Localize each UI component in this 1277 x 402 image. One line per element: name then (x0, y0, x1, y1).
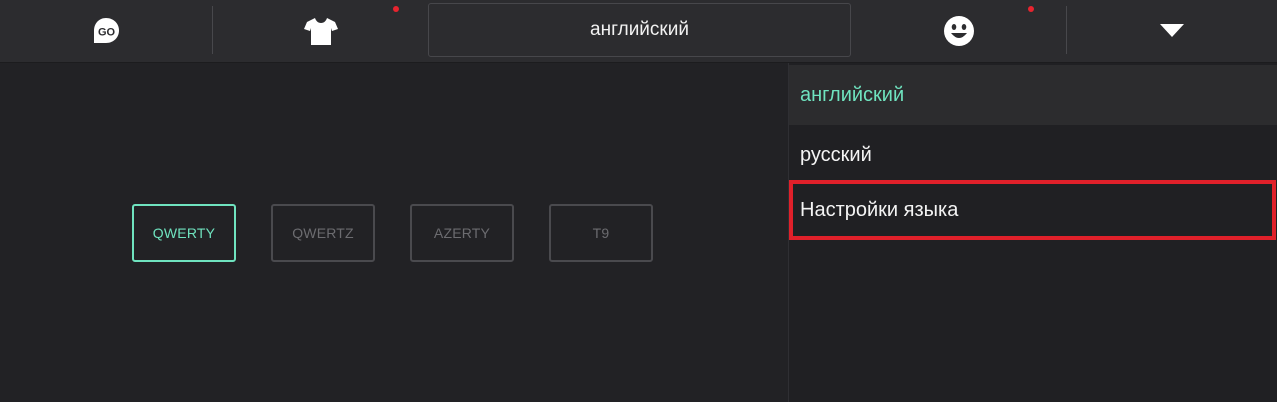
layout-label: QWERTZ (292, 225, 354, 241)
language-selector-label: английский (590, 19, 689, 40)
layout-qwerty-button[interactable]: QWERTY (132, 204, 236, 262)
dropdown-item-label: английский (800, 83, 905, 106)
layout-label: AZERTY (433, 225, 491, 241)
layout-azerty-button[interactable]: AZERTY (410, 204, 514, 262)
smiley-icon (943, 15, 975, 47)
go-logo-text: GO (98, 27, 116, 39)
layout-selection-area: QWERTY QWERTZ AZERTY T9 (0, 63, 788, 402)
keyboard-settings-screen: GO английский QWERTY QWERTZ AZERTY T9 ан… (0, 0, 1277, 402)
language-dropdown: английский русский Настройки языка (788, 63, 1277, 402)
emoji-notification-dot (1028, 6, 1034, 12)
layout-qwertz-button[interactable]: QWERTZ (271, 204, 375, 262)
dropdown-item-english[interactable]: английский (789, 65, 1277, 125)
dropdown-item-language-settings[interactable]: Настройки языка (789, 180, 1276, 240)
tshirt-icon (303, 16, 338, 46)
collapse-button[interactable] (1067, 0, 1277, 62)
dropdown-item-label: Настройки языка (800, 198, 959, 221)
layout-label: QWERTY (152, 225, 216, 241)
top-toolbar: GO английский (0, 0, 1277, 63)
dropdown-item-russian[interactable]: русский (789, 125, 1277, 185)
layout-t9-button[interactable]: T9 (549, 204, 653, 262)
layout-label: T9 (592, 225, 610, 241)
go-logo-icon: GO (91, 16, 121, 46)
go-button[interactable]: GO (0, 0, 212, 62)
dropdown-triangle-icon (1160, 24, 1184, 38)
theme-notification-dot (393, 6, 399, 12)
dropdown-item-label: русский (800, 143, 872, 166)
language-selector[interactable]: английский (428, 3, 851, 57)
